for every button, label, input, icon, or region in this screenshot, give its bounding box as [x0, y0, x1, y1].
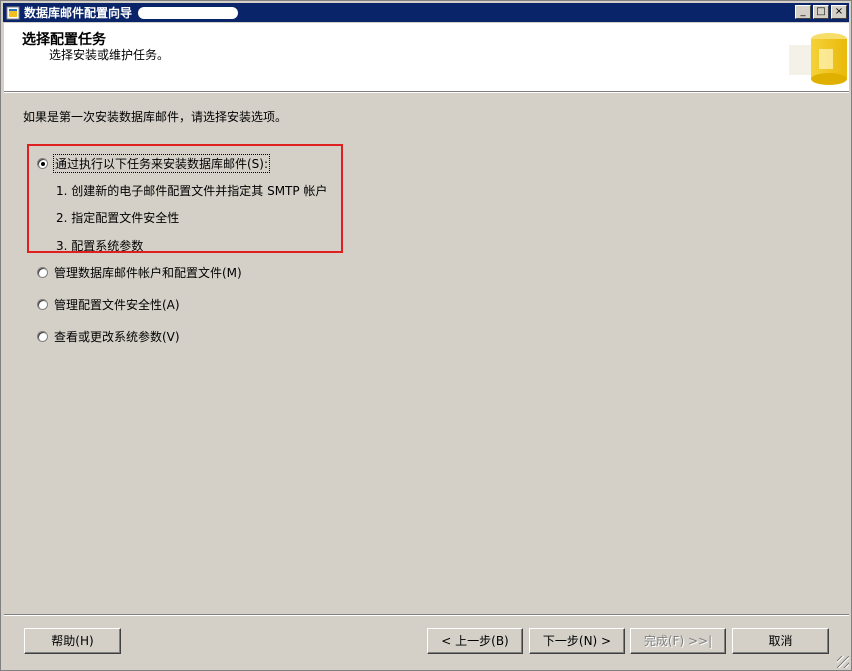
database-wizard-icon — [789, 29, 849, 89]
option-system-params-label: 查看或更改系统参数(V) — [54, 330, 180, 344]
resize-grip[interactable] — [837, 656, 849, 668]
maximize-button[interactable]: □ — [813, 5, 829, 19]
page-subtitle: 选择安装或维护任务。 — [49, 48, 170, 62]
minimize-button[interactable]: _ — [795, 5, 811, 19]
option-manage-accounts[interactable]: 管理数据库邮件帐户和配置文件(M) — [37, 264, 242, 281]
step-1: 1. 创建新的电子邮件配置文件并指定其 SMTP 帐户 — [56, 184, 328, 198]
radio-button[interactable] — [37, 299, 48, 310]
radio-button-checked[interactable] — [37, 158, 48, 169]
header-separator — [4, 92, 849, 93]
option-install-label: 通过执行以下任务来安装数据库邮件(S): — [52, 154, 271, 173]
cancel-button[interactable]: 取消 — [732, 628, 829, 654]
finish-button[interactable]: 完成(F) >>| — [630, 628, 726, 654]
radio-button[interactable] — [37, 331, 48, 342]
title-bar[interactable]: 数据库邮件配置向导 _ □ × — [3, 3, 849, 22]
wizard-window: 数据库邮件配置向导 _ □ × 选择配置任务 选择安装或维护任务。 如果是第一次… — [0, 0, 852, 671]
close-button[interactable]: × — [831, 5, 847, 19]
option-install[interactable]: 通过执行以下任务来安装数据库邮件(S): — [37, 154, 271, 173]
option-profile-security-label: 管理配置文件安全性(A) — [54, 298, 180, 312]
option-system-params[interactable]: 查看或更改系统参数(V) — [37, 328, 180, 345]
back-button[interactable]: < 上一步(B) — [427, 628, 523, 654]
step-2: 2. 指定配置文件安全性 — [56, 211, 180, 225]
footer-separator — [4, 614, 849, 616]
window-title: 数据库邮件配置向导 — [24, 6, 133, 20]
intro-text: 如果是第一次安装数据库邮件，请选择安装选项。 — [23, 110, 288, 124]
app-icon — [6, 6, 20, 20]
help-button[interactable]: 帮助(H) — [24, 628, 121, 654]
option-manage-accounts-label: 管理数据库邮件帐户和配置文件(M) — [54, 266, 242, 280]
next-button[interactable]: 下一步(N) > — [529, 628, 625, 654]
wizard-header: 选择配置任务 选择安装或维护任务。 — [4, 23, 849, 92]
option-profile-security[interactable]: 管理配置文件安全性(A) — [37, 296, 180, 313]
step-3: 3. 配置系统参数 — [56, 239, 144, 253]
redacted-title-part — [138, 6, 239, 19]
radio-button[interactable] — [37, 267, 48, 278]
